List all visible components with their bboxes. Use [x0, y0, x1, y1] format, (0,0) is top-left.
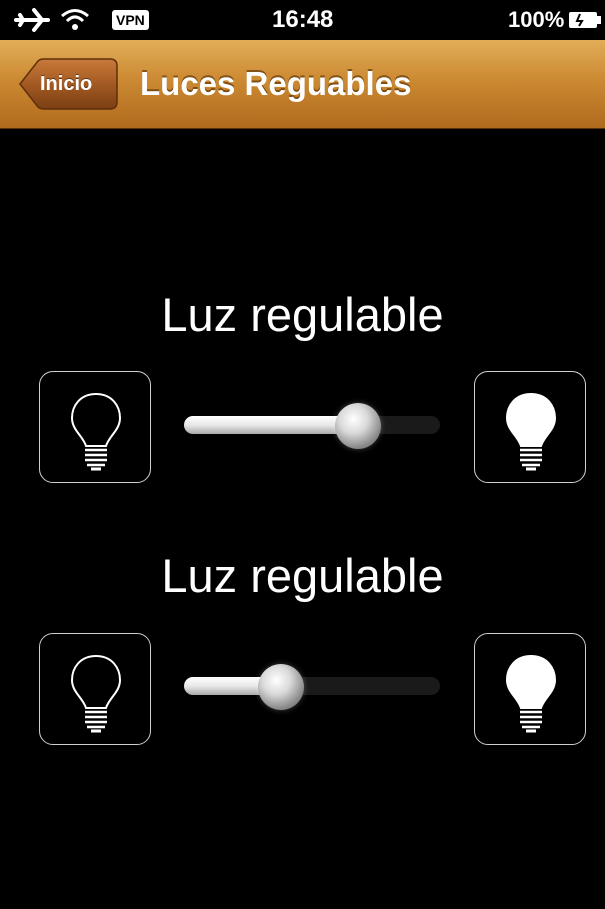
- battery-icon: [568, 0, 602, 40]
- back-button[interactable]: Inicio: [18, 58, 118, 110]
- status-time: 16:48: [272, 6, 334, 33]
- airplane-icon: [14, 0, 50, 40]
- vpn-badge: VPN: [112, 10, 149, 30]
- wifi-icon: [60, 0, 90, 40]
- brightness-slider-2[interactable]: [184, 664, 440, 710]
- slider-thumb[interactable]: [257, 664, 304, 710]
- dim-button[interactable]: [39, 371, 151, 483]
- dim-button[interactable]: [39, 633, 151, 745]
- battery-percent: 100%: [508, 7, 565, 32]
- light-title: Luz regulable: [161, 549, 444, 602]
- light-title: Luz regulable: [161, 288, 444, 341]
- bulb-on-icon: [505, 654, 557, 733]
- back-button-label: Inicio: [40, 73, 93, 95]
- bright-button[interactable]: [474, 633, 586, 745]
- slider-thumb[interactable]: [335, 403, 382, 449]
- bulb-on-icon: [505, 392, 557, 471]
- bright-button[interactable]: [474, 371, 586, 483]
- bulb-off-icon: [70, 654, 122, 733]
- page-title: Luces Reguables: [140, 65, 412, 102]
- bulb-off-icon: [70, 392, 122, 471]
- status-bar: VPN 16:48 100%: [0, 0, 605, 40]
- slider-fill: [184, 416, 359, 434]
- brightness-slider-1[interactable]: [184, 403, 440, 449]
- navigation-bar: Inicio Luces Reguables: [0, 40, 605, 129]
